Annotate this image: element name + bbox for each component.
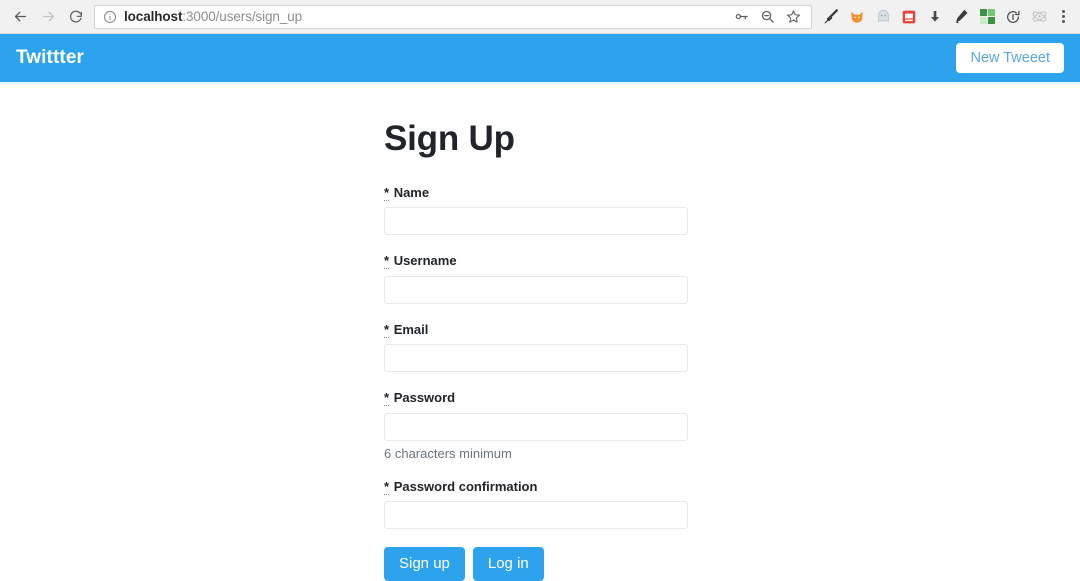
required-marker: *: [384, 478, 390, 495]
field-name: * Name: [384, 184, 784, 236]
ghost-extension-icon[interactable]: [870, 2, 896, 32]
sword-extension-icon[interactable]: [818, 2, 844, 32]
required-marker: *: [384, 390, 390, 407]
three-dot-menu-icon[interactable]: [1052, 2, 1074, 32]
password-hint: 6 characters minimum: [384, 445, 512, 461]
password-input[interactable]: [384, 412, 688, 441]
app-navbar: Twittter New Tweeet: [0, 34, 1080, 82]
browser-toolbar: localhost:3000/users/sign_up: [0, 0, 1080, 34]
label-password-confirmation: * Password confirmation: [384, 478, 784, 495]
password-confirmation-input[interactable]: [384, 501, 688, 530]
label-username-text: Username: [393, 253, 457, 269]
bookmark-star-icon[interactable]: [781, 5, 805, 29]
forward-arrow-icon[interactable]: [34, 3, 62, 31]
zoom-search-icon[interactable]: [755, 5, 779, 29]
page-content: Sign Up * Name * Username * Email * Pass…: [0, 84, 1080, 581]
new-tweet-button[interactable]: New Tweeet: [956, 42, 1064, 74]
address-bar-actions: [729, 5, 807, 29]
label-username: * Username: [384, 253, 784, 270]
back-arrow-icon[interactable]: [6, 3, 34, 31]
address-bar-host: localhost: [124, 9, 183, 24]
brand-logo[interactable]: Twittter: [16, 47, 84, 69]
reload-icon[interactable]: [62, 3, 90, 31]
label-email-text: Email: [393, 321, 429, 337]
required-marker: *: [384, 184, 390, 201]
password-key-icon[interactable]: [729, 5, 753, 29]
name-input[interactable]: [384, 207, 688, 236]
label-name: * Name: [384, 184, 784, 201]
atom-extension-icon[interactable]: [1026, 2, 1052, 32]
label-name-text: Name: [393, 184, 430, 200]
email-input[interactable]: [384, 344, 688, 373]
required-marker: *: [384, 321, 390, 338]
info-circle-icon[interactable]: [103, 10, 117, 24]
label-password-text: Password: [393, 390, 456, 406]
download-arrow-icon[interactable]: [922, 2, 948, 32]
pen-extension-icon[interactable]: [948, 2, 974, 32]
label-email: * Email: [384, 321, 784, 338]
green-grid-extension-icon[interactable]: [974, 2, 1000, 32]
field-password: * Password 6 characters minimum: [384, 390, 784, 462]
field-username: * Username: [384, 253, 784, 304]
refresh-circle-extension-icon[interactable]: [1000, 2, 1026, 32]
address-bar-url: localhost:3000/users/sign_up: [124, 9, 302, 24]
page-title: Sign Up: [384, 119, 515, 158]
label-password-confirmation-text: Password confirmation: [393, 478, 538, 494]
address-bar-path: :3000/users/sign_up: [182, 9, 303, 24]
fox-extension-icon[interactable]: [844, 2, 870, 32]
extension-toolbar: [818, 2, 1080, 32]
field-email: * Email: [384, 321, 784, 373]
required-marker: *: [384, 253, 390, 270]
username-input[interactable]: [384, 275, 688, 304]
address-bar[interactable]: localhost:3000/users/sign_up: [94, 4, 812, 29]
label-password: * Password: [384, 390, 784, 407]
browser-nav-buttons: [0, 3, 90, 31]
red-box-extension-icon[interactable]: [896, 2, 922, 32]
field-password-confirmation: * Password confirmation: [384, 478, 784, 530]
signup-form: Sign Up * Name * Username * Email * Pass…: [384, 119, 784, 581]
